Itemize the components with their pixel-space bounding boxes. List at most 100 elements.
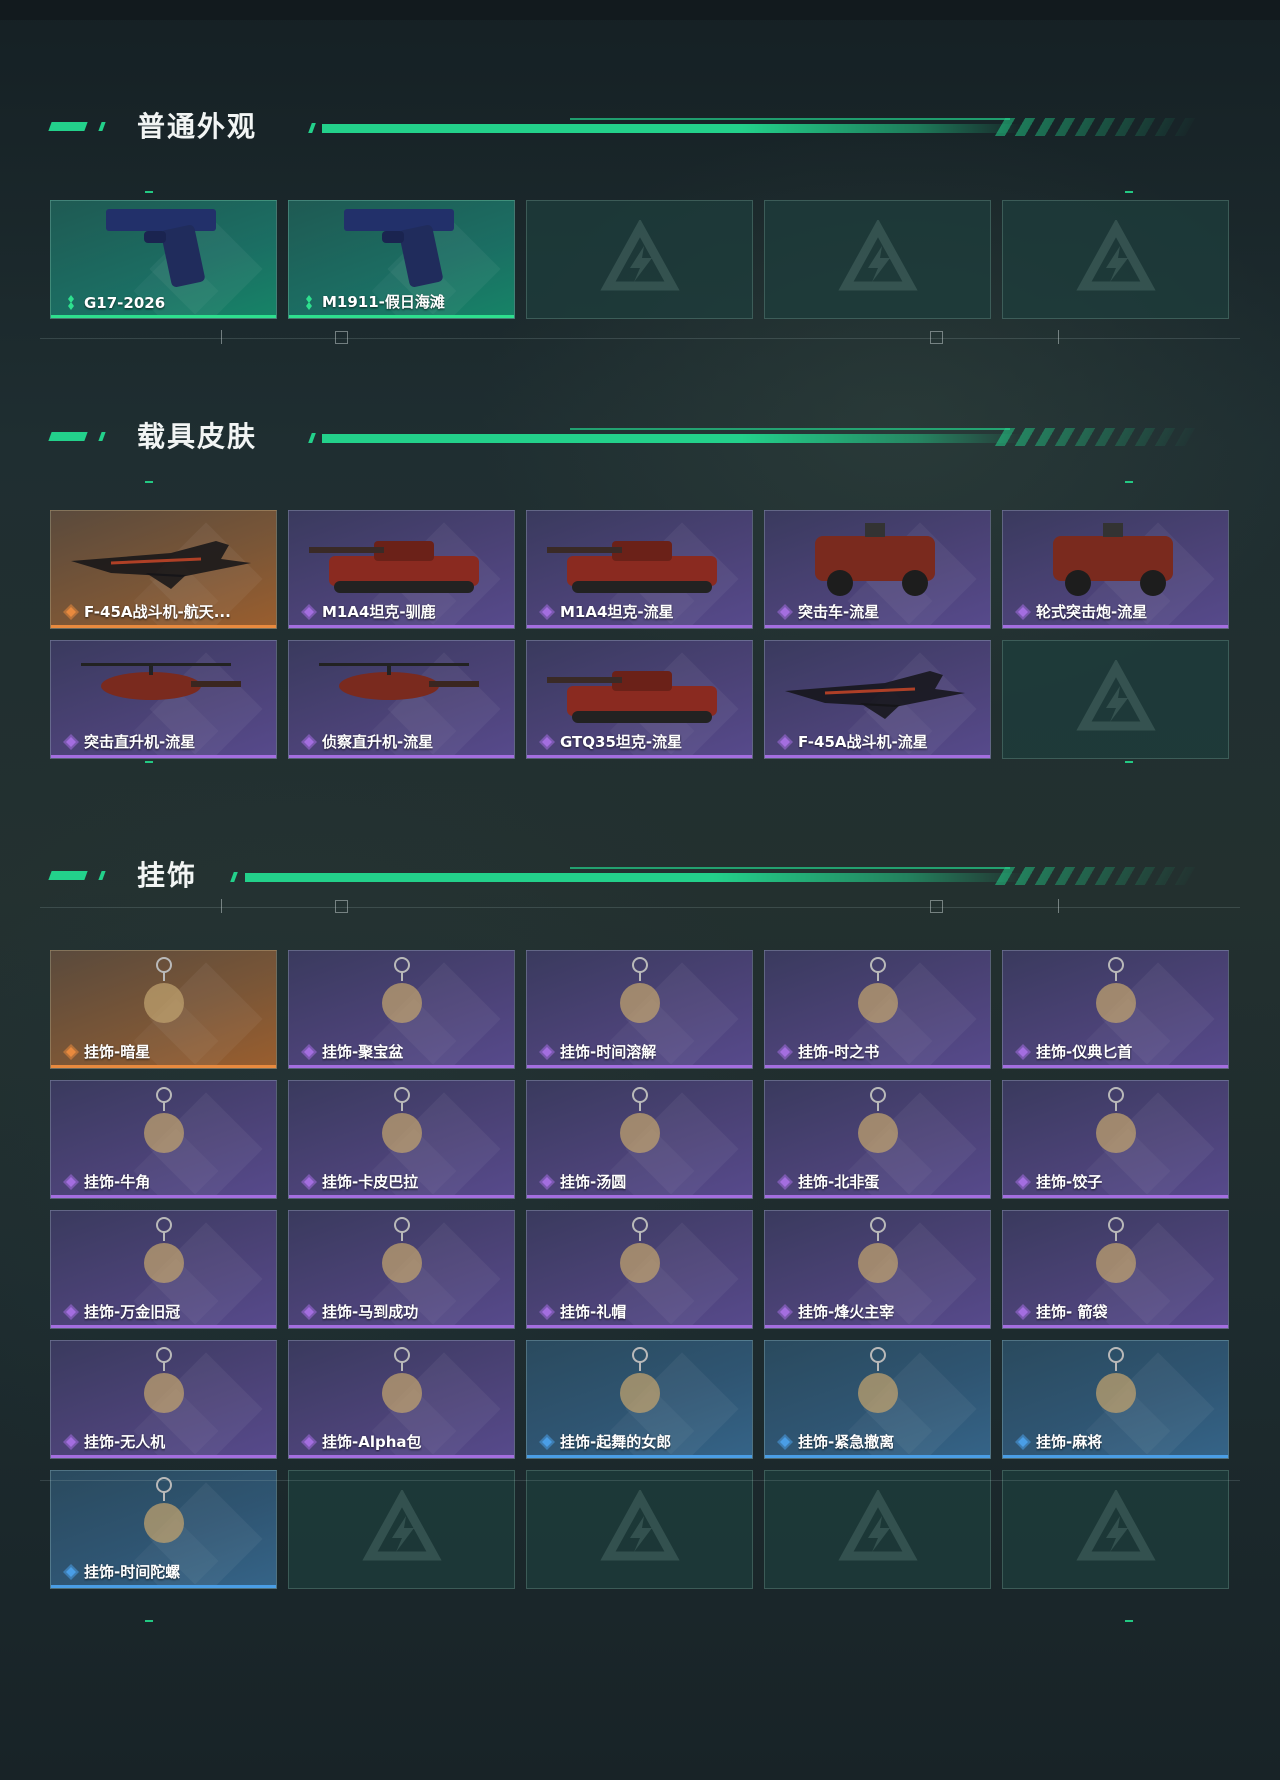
deco-tick <box>145 1620 153 1622</box>
rarity-bar <box>527 1195 752 1198</box>
rarity-diamond-icon <box>63 1434 79 1450</box>
item-card[interactable]: F-45A战斗机-航天... <box>50 510 277 629</box>
item-card[interactable]: 挂饰-饺子 <box>1002 1080 1229 1199</box>
empty-slot <box>526 200 753 319</box>
item-grid-normal: G17-2026 M1911-假日海滩 <box>50 200 1229 319</box>
item-card[interactable]: 挂饰-时之书 <box>764 950 991 1069</box>
item-card[interactable]: 挂饰-牛角 <box>50 1080 277 1199</box>
item-card[interactable]: 挂饰-汤圆 <box>526 1080 753 1199</box>
item-card[interactable]: 突击直升机-流星 <box>50 640 277 759</box>
item-label: 侦察直升机-流星 <box>322 733 434 751</box>
item-card[interactable]: 挂饰-礼帽 <box>526 1210 753 1329</box>
item-card[interactable]: 挂饰-时间溶解 <box>526 950 753 1069</box>
rarity-bar <box>1003 1065 1228 1068</box>
item-card[interactable]: 挂饰-时间陀螺 <box>50 1470 277 1589</box>
rarity-diamond-icon <box>1015 1304 1031 1320</box>
item-label: 挂饰-烽火主宰 <box>798 1303 895 1321</box>
item-card[interactable]: 挂饰-仪典匕首 <box>1002 950 1229 1069</box>
rarity-bar <box>527 1325 752 1328</box>
item-card[interactable]: 挂饰-卡皮巴拉 <box>288 1080 515 1199</box>
rarity-bar <box>51 1455 276 1458</box>
item-card[interactable]: 挂饰-紧急撤离 <box>764 1340 991 1459</box>
rarity-diamond-icon <box>1015 1174 1031 1190</box>
item-card[interactable]: 突击车-流星 <box>764 510 991 629</box>
item-card[interactable]: 挂饰-北非蛋 <box>764 1080 991 1199</box>
item-card[interactable]: GTQ35坦克-流星 <box>526 640 753 759</box>
item-card[interactable]: 挂饰-聚宝盆 <box>288 950 515 1069</box>
item-label: GTQ35坦克-流星 <box>560 733 683 751</box>
item-card[interactable]: G17-2026 <box>50 200 277 319</box>
item-label: 挂饰-马到成功 <box>322 1303 419 1321</box>
empty-slot <box>526 1470 753 1589</box>
item-label: 突击直升机-流星 <box>84 733 196 751</box>
rarity-diamond-icon <box>1015 1044 1031 1060</box>
logo-watermark-icon <box>599 1488 680 1570</box>
rarity-diamond-icon <box>63 604 79 620</box>
header-slash <box>308 123 316 133</box>
section-header-2: 载具皮肤 <box>48 417 1206 457</box>
item-card[interactable]: 挂饰-烽火主宰 <box>764 1210 991 1329</box>
item-card[interactable]: 侦察直升机-流星 <box>288 640 515 759</box>
item-label: 挂饰-时间溶解 <box>560 1043 657 1061</box>
rarity-diamond-icon <box>539 1044 555 1060</box>
rarity-bar <box>51 1325 276 1328</box>
item-card[interactable]: M1A4坦克-流星 <box>526 510 753 629</box>
item-label: 挂饰-紧急撤离 <box>798 1433 895 1451</box>
item-card[interactable]: 挂饰-起舞的女郎 <box>526 1340 753 1459</box>
rarity-bar <box>765 1455 990 1458</box>
rarity-bar <box>289 1195 514 1198</box>
rarity-diamond-icon <box>301 734 317 750</box>
item-card[interactable]: M1911-假日海滩 <box>288 200 515 319</box>
rarity-bar <box>527 755 752 758</box>
section-header-3: 挂饰 <box>48 856 1206 896</box>
item-label: 挂饰-北非蛋 <box>798 1173 880 1191</box>
header-accent <box>98 122 106 131</box>
item-card[interactable]: 挂饰-无人机 <box>50 1340 277 1459</box>
item-card[interactable]: 挂饰-暗星 <box>50 950 277 1069</box>
deco-tick <box>145 191 153 193</box>
item-card[interactable]: 轮式突击炮-流星 <box>1002 510 1229 629</box>
header-checker <box>994 428 1206 446</box>
header-accent <box>98 432 106 441</box>
item-label: 挂饰-Alpha包 <box>322 1433 422 1451</box>
rarity-bar <box>51 625 276 628</box>
logo-watermark-icon <box>837 218 918 300</box>
empty-slot <box>1002 640 1229 759</box>
empty-slot <box>1002 1470 1229 1589</box>
header-thin-line <box>570 428 1010 430</box>
header-slash <box>230 872 238 882</box>
section-title: 挂饰 <box>137 859 198 892</box>
item-card[interactable]: 挂饰-麻将 <box>1002 1340 1229 1459</box>
empty-slot <box>288 1470 515 1589</box>
item-card[interactable]: 挂饰-万金旧冠 <box>50 1210 277 1329</box>
section-title: 载具皮肤 <box>137 420 258 453</box>
deco-mark <box>221 899 222 913</box>
item-card[interactable]: 挂饰- 箭袋 <box>1002 1210 1229 1329</box>
item-label: 挂饰-礼帽 <box>560 1303 627 1321</box>
item-card[interactable]: F-45A战斗机-流星 <box>764 640 991 759</box>
item-card[interactable]: 挂饰-马到成功 <box>288 1210 515 1329</box>
item-label: 挂饰-汤圆 <box>560 1173 627 1191</box>
item-label: 挂饰-时之书 <box>798 1043 880 1061</box>
rarity-bar <box>51 1195 276 1198</box>
item-label: 挂饰-仪典匕首 <box>1036 1043 1133 1061</box>
logo-watermark-icon <box>599 218 680 300</box>
rarity-bar <box>765 755 990 758</box>
rarity-diamond-icon <box>301 294 317 310</box>
page: 普通外观 G17-2026 M1911-假日海滩 载具皮肤 F-45A战斗机-航… <box>0 0 1280 1780</box>
item-grid-charms: 挂饰-暗星 挂饰-聚宝盆 挂饰-时间溶解 挂饰-时之书 挂饰-仪典匕首 挂饰-牛… <box>50 950 1229 1589</box>
rarity-bar <box>289 625 514 628</box>
rarity-bar <box>527 625 752 628</box>
rarity-diamond-icon <box>1015 1434 1031 1450</box>
item-label: M1A4坦克-流星 <box>560 603 674 621</box>
item-card[interactable]: 挂饰-Alpha包 <box>288 1340 515 1459</box>
deco-mark <box>1058 899 1059 913</box>
rarity-diamond-icon <box>539 1434 555 1450</box>
header-slash <box>308 433 316 443</box>
rarity-diamond-icon <box>539 1304 555 1320</box>
deco-line <box>40 907 1240 908</box>
header-line <box>322 434 1022 443</box>
section-header-1: 普通外观 <box>48 107 1206 147</box>
item-card[interactable]: M1A4坦克-驯鹿 <box>288 510 515 629</box>
deco-tick <box>1125 481 1133 483</box>
